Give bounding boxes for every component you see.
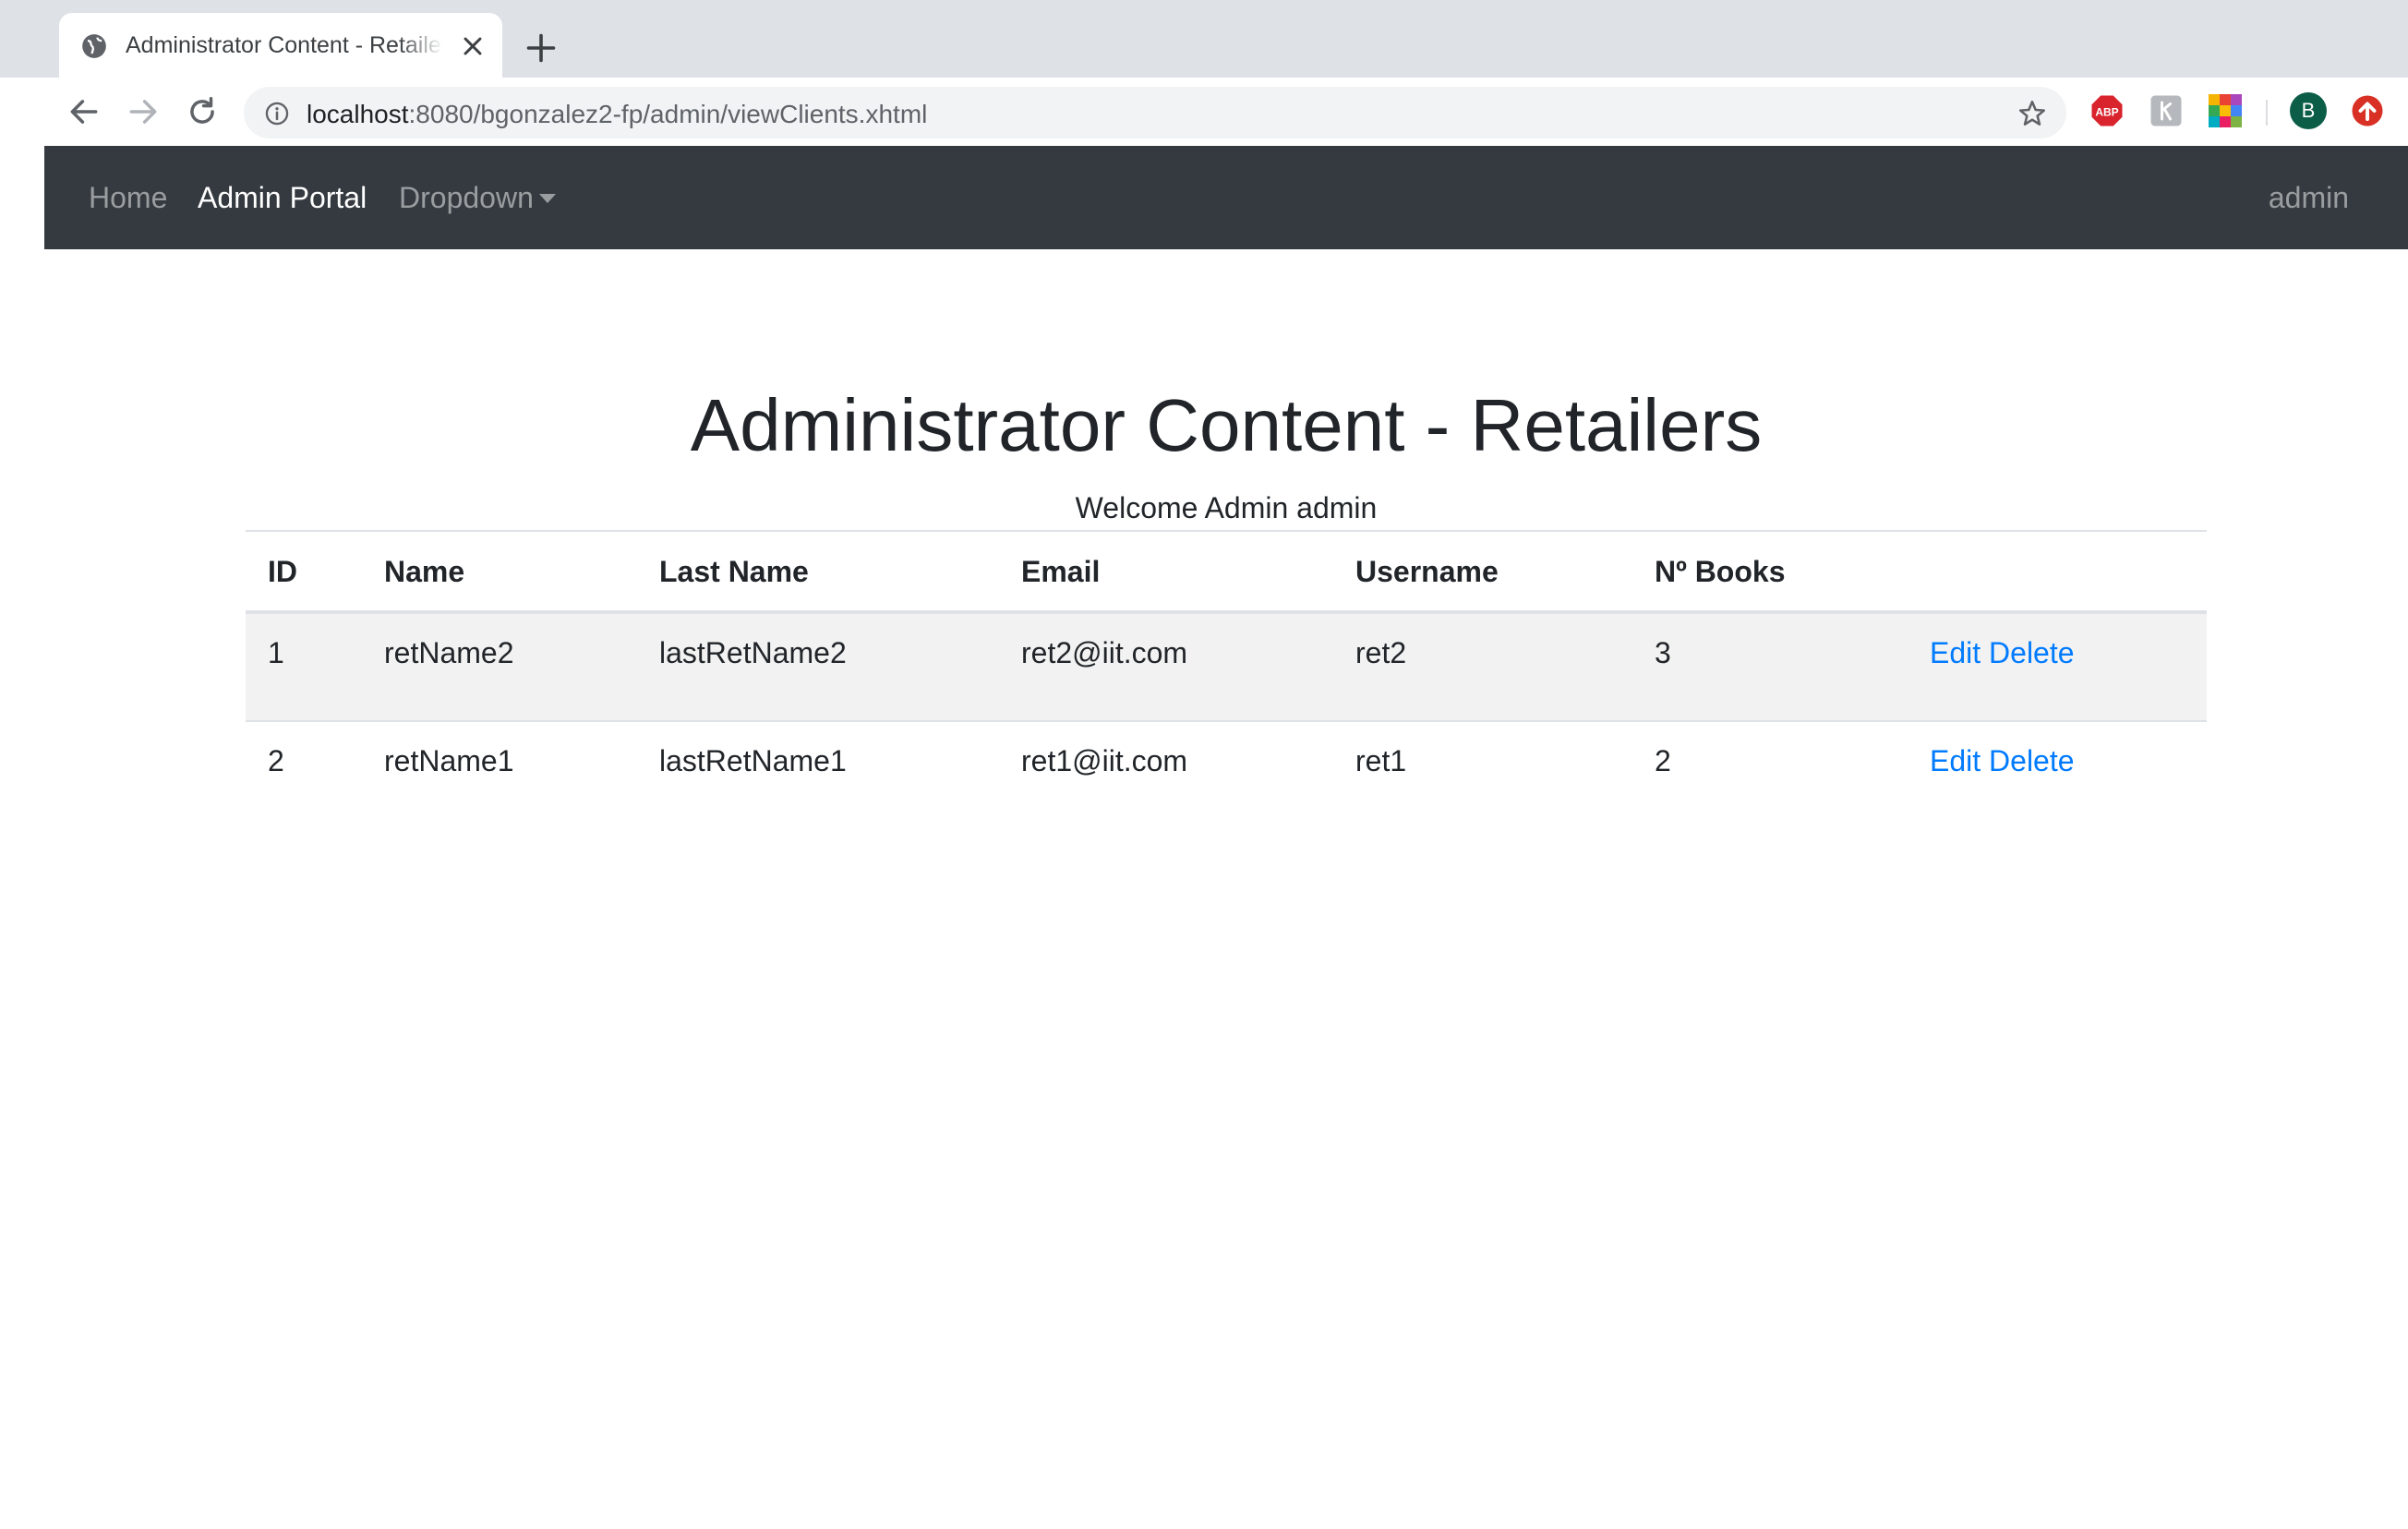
forward-arrow-icon[interactable] xyxy=(126,94,161,129)
edit-link[interactable]: Edit xyxy=(1930,636,1981,669)
caret-down-icon xyxy=(538,193,556,203)
browser-tab[interactable]: Administrator Content - Retailers xyxy=(59,13,502,78)
cell-id: 2 xyxy=(268,744,284,777)
nav-home-link[interactable]: Home xyxy=(89,181,167,215)
adblock-icon[interactable]: ABP xyxy=(2090,94,2124,127)
address-bar[interactable]: localhost:8080/bgonzalez2-fp/admin/viewC… xyxy=(244,87,2066,138)
welcome-message: Welcome Admin admin xyxy=(1075,491,1378,524)
column-header-email: Email xyxy=(1021,555,1101,588)
column-header-actions xyxy=(1908,531,2207,612)
cell-email: ret2@iit.com xyxy=(1021,636,1188,669)
page-title: Administrator Content - Retailers xyxy=(690,384,1763,466)
nav-user-link[interactable]: admin xyxy=(2269,181,2349,215)
browser-tabstrip: Administrator Content - Retailers xyxy=(0,0,2408,78)
cell-books: 2 xyxy=(1655,744,1671,777)
cell-actions: Edit Delete xyxy=(1908,721,2207,830)
delete-link[interactable]: Delete xyxy=(1989,744,2075,777)
update-icon[interactable] xyxy=(2351,94,2384,127)
cell-username: ret1 xyxy=(1355,744,1407,777)
table-row: 2 retName1 lastRetName1 ret1@iit.com ret… xyxy=(246,721,2207,830)
cell-actions: Edit Delete xyxy=(1908,612,2207,721)
url-text: localhost:8080/bgonzalez2-fp/admin/viewC… xyxy=(307,100,927,129)
column-header-id: ID xyxy=(268,555,297,588)
cell-email: ret1@iit.com xyxy=(1021,744,1188,777)
url-host: localhost xyxy=(307,100,409,128)
tab-title: Administrator Content - Retailers xyxy=(126,32,443,58)
star-icon[interactable] xyxy=(2017,98,2048,129)
cell-books: 3 xyxy=(1655,636,1671,669)
plus-icon[interactable] xyxy=(524,31,558,65)
delete-link[interactable]: Delete xyxy=(1989,636,2075,669)
reload-icon[interactable] xyxy=(185,94,220,129)
profile-avatar[interactable]: B xyxy=(2290,92,2327,129)
extension-icon[interactable] xyxy=(2149,94,2183,127)
back-arrow-icon[interactable] xyxy=(66,94,102,129)
column-header-name: Name xyxy=(384,555,465,588)
edit-link[interactable]: Edit xyxy=(1930,744,1981,777)
info-icon[interactable] xyxy=(264,101,290,126)
toolbar-separator xyxy=(2266,100,2268,126)
retailers-table: ID Name Last Name Email Username Nº Book… xyxy=(246,530,2207,830)
cell-name: retName2 xyxy=(384,636,514,669)
cell-username: ret2 xyxy=(1355,636,1407,669)
svg-text:ABP: ABP xyxy=(2095,105,2118,118)
column-header-books: Nº Books xyxy=(1655,555,1786,588)
cell-last-name: lastRetName2 xyxy=(659,636,847,669)
close-icon[interactable] xyxy=(458,31,488,61)
column-header-last-name: Last Name xyxy=(659,555,809,588)
column-header-username: Username xyxy=(1355,555,1499,588)
table-header-row: ID Name Last Name Email Username Nº Book… xyxy=(246,531,2207,612)
globe-icon xyxy=(82,34,106,58)
color-grid-icon[interactable] xyxy=(2209,94,2242,127)
cell-name: retName1 xyxy=(384,744,514,777)
site-navbar: Home Admin Portal Dropdown admin xyxy=(44,146,2408,249)
cell-last-name: lastRetName1 xyxy=(659,744,847,777)
nav-admin-portal-link[interactable]: Admin Portal xyxy=(198,181,367,215)
nav-dropdown-label: Dropdown xyxy=(399,181,534,214)
browser-toolbar: localhost:8080/bgonzalez2-fp/admin/viewC… xyxy=(0,78,2408,146)
url-path: :8080/bgonzalez2-fp/admin/viewClients.xh… xyxy=(408,100,928,128)
table-row: 1 retName2 lastRetName2 ret2@iit.com ret… xyxy=(246,612,2207,721)
cell-id: 1 xyxy=(268,636,284,669)
nav-dropdown-toggle[interactable]: Dropdown xyxy=(399,181,556,215)
